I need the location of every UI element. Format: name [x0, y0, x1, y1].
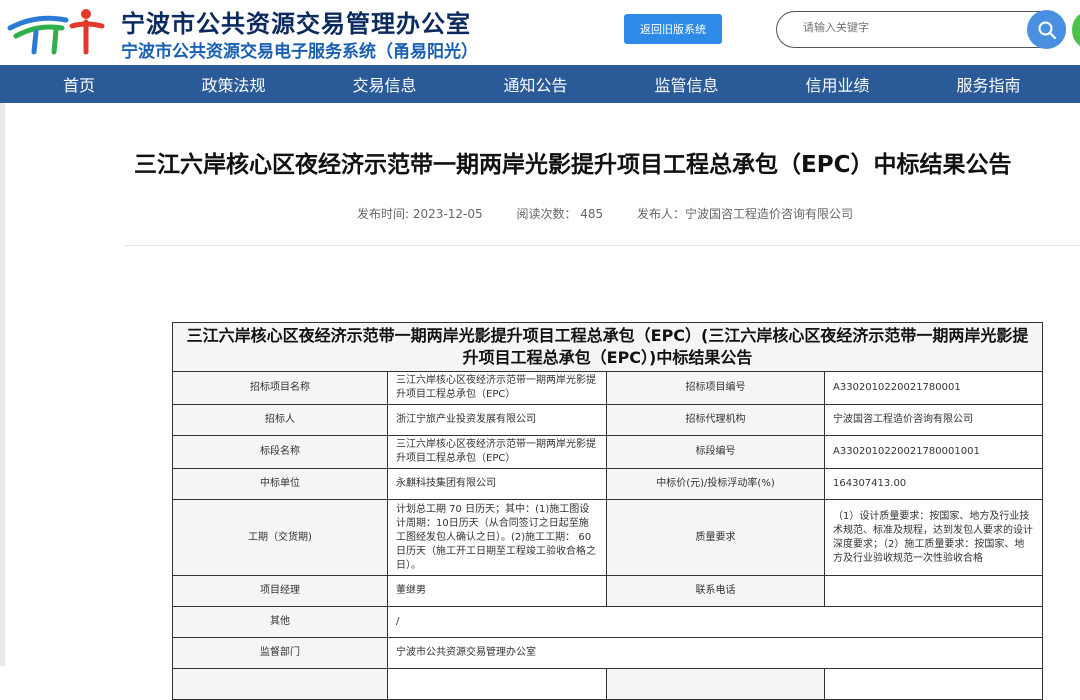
search-button[interactable]	[1027, 10, 1066, 49]
row-label: 项目经理	[172, 575, 388, 607]
divider	[124, 245, 1080, 246]
read-count: 阅读次数： 485	[516, 207, 604, 221]
row-value: 宁波市公共资源交易管理办公室	[387, 637, 1043, 669]
row-value: A3302010220021780001	[824, 371, 1043, 405]
row-value: A3302010220021780001001	[824, 435, 1043, 469]
search-icon	[1038, 21, 1056, 39]
row-value: 宁波国咨工程造价咨询有限公司	[824, 404, 1043, 436]
row-label: 招标项目名称	[172, 371, 388, 405]
table-row: 项目经理 董继男 联系电话	[172, 575, 1043, 607]
row-value: 永麒科技集团有限公司	[387, 468, 607, 500]
table-row: 中标单位 永麒科技集团有限公司 中标价(元)/投标浮动率(%) 16430741…	[172, 468, 1043, 500]
row-value	[824, 575, 1043, 607]
row-label: 招标项目编号	[606, 371, 825, 405]
logo-icon[interactable]	[6, 6, 106, 56]
row-label: 工期（交货期)	[172, 499, 388, 576]
nav-item-trade-info[interactable]: 交易信息	[309, 65, 460, 103]
table-row: 招标项目名称 三江六岸核心区夜经济示范带一期两岸光影提升项目工程总承包（EPC）…	[172, 371, 1043, 405]
user-avatar[interactable]	[1072, 12, 1080, 48]
row-value: 计划总工期 70 日历天；其中：(1)施工图设计周期：10日历天（从合同签订之日…	[387, 499, 607, 576]
row-label: 中标价(元)/投标浮动率(%)	[606, 468, 825, 500]
row-label: 其他	[172, 606, 388, 638]
nav-item-credit[interactable]: 信用业绩	[762, 65, 913, 103]
table-row: 招标人 浙江宁旅产业投资发展有限公司 招标代理机构 宁波国咨工程造价咨询有限公司	[172, 404, 1043, 436]
row-value: 164307413.00	[824, 468, 1043, 500]
nav-item-policy[interactable]: 政策法规	[158, 65, 309, 103]
search-box	[776, 11, 1066, 48]
search-input[interactable]	[803, 21, 1013, 34]
site-title: 宁波市公共资源交易管理办公室	[121, 10, 471, 38]
old-system-button[interactable]: 返回旧版系统	[624, 14, 722, 44]
table-row: 工期（交货期) 计划总工期 70 日历天；其中：(1)施工图设计周期：10日历天…	[172, 499, 1043, 576]
announcement-table: 三江六岸核心区夜经济示范带一期两岸光影提升项目工程总承包（EPC）(三江六岸核心…	[172, 322, 1043, 700]
nav-item-home[interactable]: 首页	[0, 65, 158, 103]
row-label	[172, 668, 388, 700]
nav-item-notices[interactable]: 通知公告	[460, 65, 611, 103]
table-row: 监督部门 宁波市公共资源交易管理办公室	[172, 637, 1043, 669]
article-title: 三江六岸核心区夜经济示范带一期两岸光影提升项目工程总承包（EPC）中标结果公告	[134, 152, 1012, 178]
table-caption: 三江六岸核心区夜经济示范带一期两岸光影提升项目工程总承包（EPC）(三江六岸核心…	[172, 322, 1043, 372]
row-value	[824, 668, 1043, 700]
nav-item-supervision[interactable]: 监管信息	[611, 65, 762, 103]
main-nav: 首页 政策法规 交易信息 通知公告 监管信息 信用业绩 服务指南	[0, 65, 1080, 103]
row-label: 中标单位	[172, 468, 388, 500]
table-row	[172, 668, 1043, 700]
site-subtitle: 宁波市公共资源交易电子服务系统（甬易阳光）	[121, 42, 478, 62]
left-edge	[0, 103, 5, 666]
row-label: 联系电话	[606, 575, 825, 607]
row-value: 浙江宁旅产业投资发展有限公司	[387, 404, 607, 436]
row-label: 标段名称	[172, 435, 388, 469]
row-value: 董继男	[387, 575, 607, 607]
site-header: 宁波市公共资源交易管理办公室 宁波市公共资源交易电子服务系统（甬易阳光） 返回旧…	[0, 0, 1080, 65]
row-label: 监督部门	[172, 637, 388, 669]
publish-time: 发布时间: 2023-12-05	[357, 207, 483, 221]
table-row: 标段名称 三江六岸核心区夜经济示范带一期两岸光影提升项目工程总承包（EPC） 标…	[172, 435, 1043, 469]
row-label: 标段编号	[606, 435, 825, 469]
article-meta: 发布时间: 2023-12-05 阅读次数： 485 发布人：宁波国咨工程造价咨…	[357, 205, 853, 222]
publisher: 发布人：宁波国咨工程造价咨询有限公司	[637, 207, 854, 221]
nav-item-guide[interactable]: 服务指南	[913, 65, 1064, 103]
row-value: 三江六岸核心区夜经济示范带一期两岸光影提升项目工程总承包（EPC）	[387, 435, 607, 469]
table-row: 其他 /	[172, 606, 1043, 638]
row-label: 招标人	[172, 404, 388, 436]
row-value: （1）设计质量要求：按国家、地方及行业技术规范、标准及规程，达到发包人要求的设计…	[824, 499, 1043, 576]
row-label: 招标代理机构	[606, 404, 825, 436]
row-value: /	[387, 606, 1043, 638]
row-value	[387, 668, 607, 700]
row-label: 质量要求	[606, 499, 825, 576]
row-value: 三江六岸核心区夜经济示范带一期两岸光影提升项目工程总承包（EPC）	[387, 371, 607, 405]
row-label	[606, 668, 825, 700]
